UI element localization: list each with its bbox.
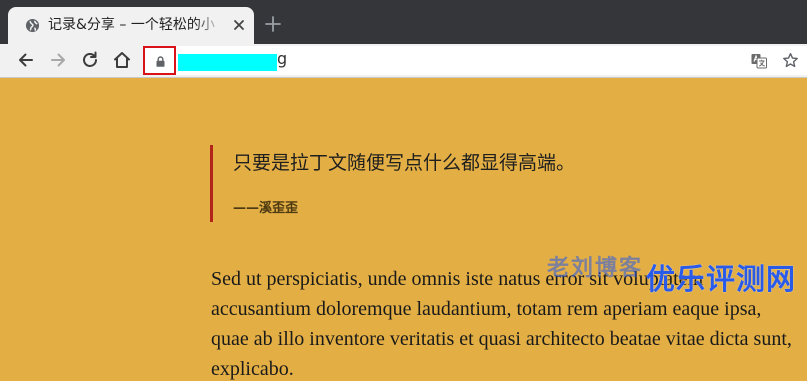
translate-icon[interactable]: [751, 53, 767, 69]
url-text[interactable]: g: [277, 48, 287, 70]
url-redaction: [178, 54, 277, 71]
blockquote-text: 只要是拉丁文随便写点什么都显得高端。: [233, 152, 576, 174]
tab-title: 记录&分享 – 一个轻松的小: [48, 7, 223, 44]
arrow-left-icon[interactable]: [16, 50, 36, 70]
reload-icon[interactable]: [80, 50, 100, 70]
home-icon[interactable]: [112, 50, 132, 70]
browser-tab[interactable]: 记录&分享 – 一个轻松的小: [8, 7, 254, 44]
plus-icon[interactable]: [264, 15, 282, 33]
lock-icon: [156, 56, 165, 67]
watermark-right: 优乐评测网: [646, 262, 797, 296]
watermark-left: 老刘博客: [547, 256, 644, 281]
tab-strip: 记录&分享 – 一个轻松的小: [0, 0, 807, 44]
lock-highlight-box[interactable]: [143, 46, 176, 75]
browser-toolbar: g: [0, 44, 807, 78]
blockquote-author: ——溪歪歪: [233, 201, 299, 216]
globe-icon: [25, 18, 40, 33]
page-content: 只要是拉丁文随便写点什么都显得高端。 ——溪歪歪 Sed ut perspici…: [0, 78, 807, 381]
address-bar[interactable]: g: [143, 46, 807, 75]
arrow-right-icon[interactable]: [48, 50, 68, 70]
star-icon[interactable]: [782, 52, 799, 69]
close-icon[interactable]: [231, 17, 247, 33]
blockquote-bar: [210, 145, 213, 222]
